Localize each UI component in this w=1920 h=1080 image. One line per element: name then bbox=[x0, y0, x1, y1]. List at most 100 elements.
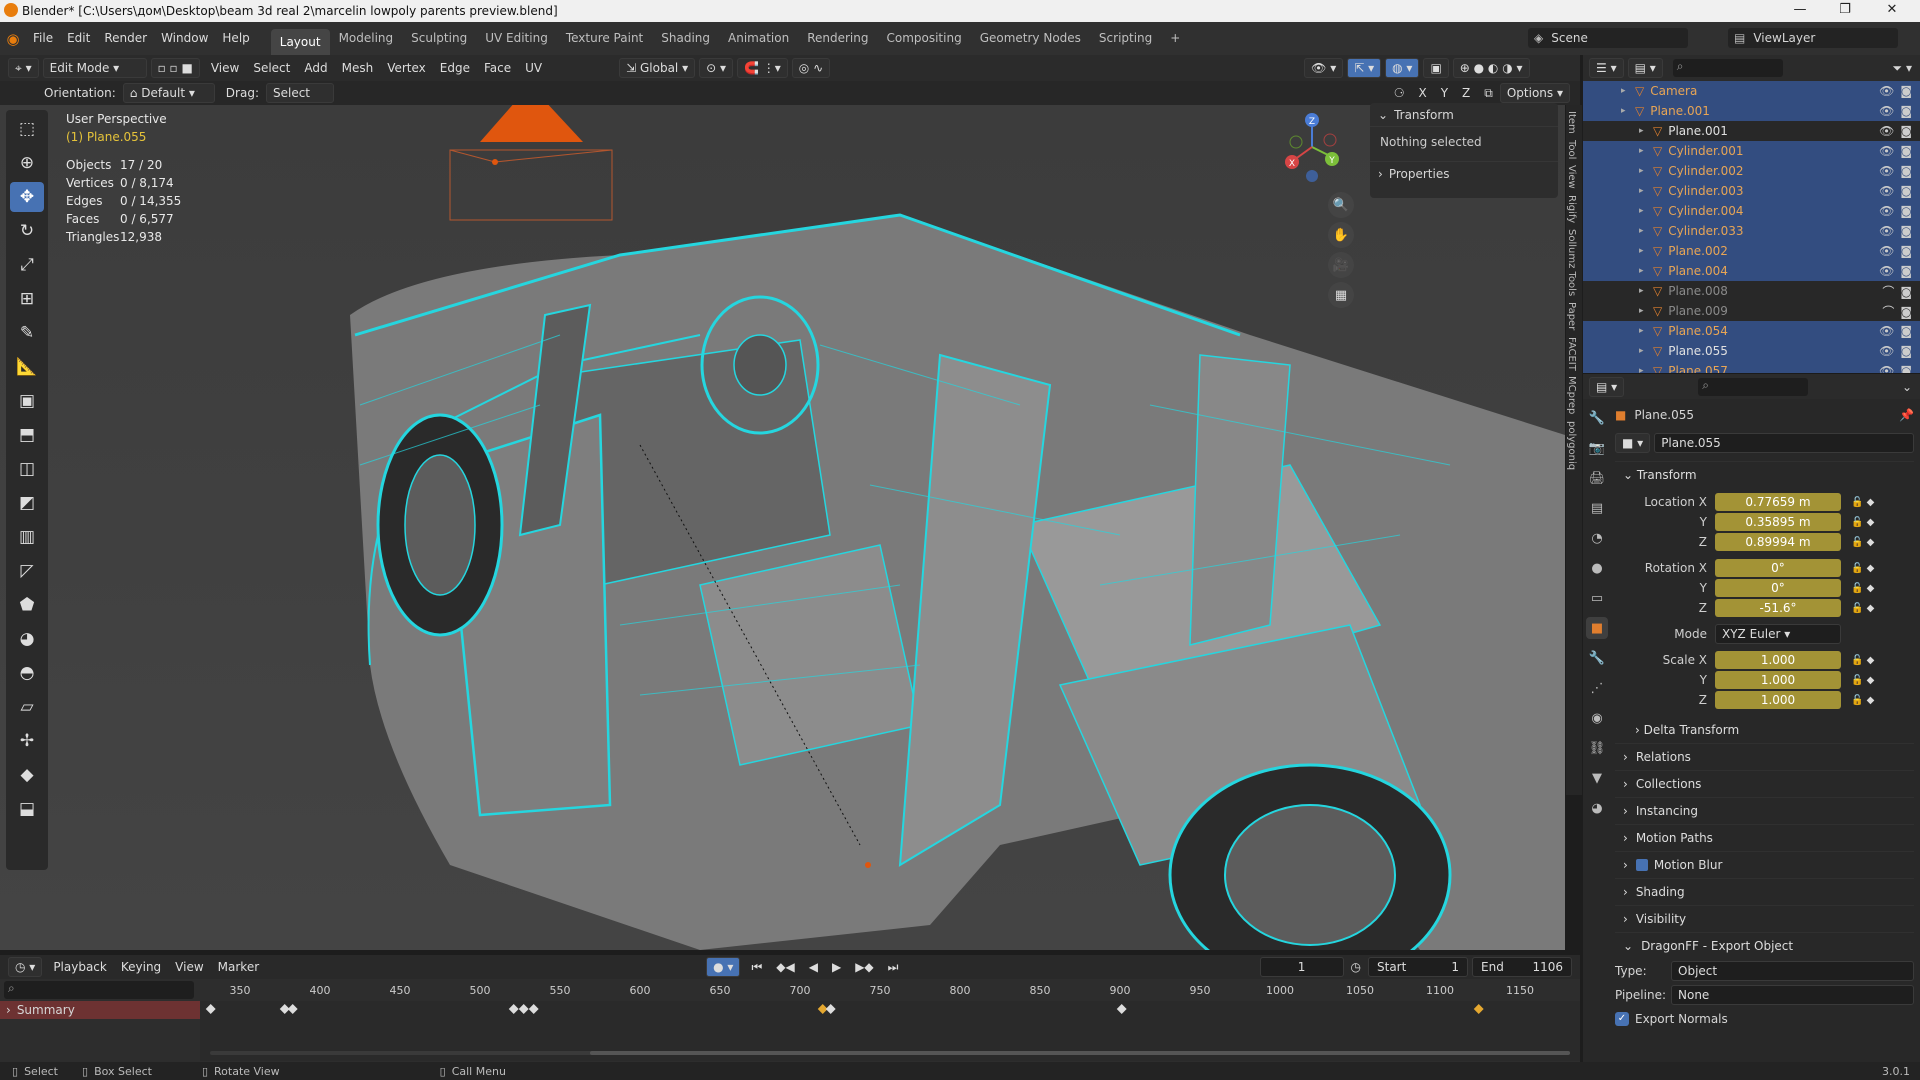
tab-sculpting[interactable]: Sculpting bbox=[402, 22, 476, 55]
tab-texture-paint[interactable]: Texture Paint bbox=[557, 22, 652, 55]
play-reverse-icon[interactable]: ◀ bbox=[809, 960, 818, 974]
properties-editor-type[interactable]: ▤ ▾ bbox=[1589, 376, 1625, 397]
outliner-item-name[interactable]: Camera bbox=[1650, 84, 1697, 98]
section-motion-paths[interactable]: › Motion Paths bbox=[1615, 824, 1914, 851]
blender-menu-icon[interactable]: ◉ bbox=[0, 30, 26, 48]
sidebar-tab-view[interactable]: View bbox=[1566, 165, 1577, 189]
location-y-field[interactable]: 0.35895 m bbox=[1715, 513, 1841, 531]
scale-x-field[interactable]: 1.000 bbox=[1715, 651, 1841, 669]
view-layer-selector[interactable]: ▤ ViewLayer bbox=[1728, 28, 1898, 48]
camera-render-icon[interactable]: ◙ bbox=[1900, 164, 1912, 178]
overlay-toggle-button[interactable]: ◍ ▾ bbox=[1385, 58, 1420, 78]
lock-icon[interactable]: 🔓 ◆ bbox=[1851, 563, 1874, 574]
annotate-icon[interactable]: ✎ bbox=[10, 318, 44, 348]
camera-render-icon[interactable]: ◙ bbox=[1900, 104, 1912, 118]
eye-icon[interactable]: ⌒ bbox=[1882, 305, 1894, 319]
pin-icon[interactable]: 📌 bbox=[1899, 408, 1914, 422]
outliner-row[interactable]: ▸ ▽ Cylinder.003 👁 ◙ bbox=[1583, 181, 1920, 201]
camera-render-icon[interactable]: ◙ bbox=[1900, 224, 1912, 238]
sidebar-tab-sollumz-tools[interactable]: Sollumz Tools bbox=[1566, 229, 1577, 296]
location-z-field[interactable]: 0.89994 m bbox=[1715, 533, 1841, 551]
expand-arrow-icon[interactable]: ▸ bbox=[1639, 126, 1653, 136]
tab-rendering[interactable]: Rendering bbox=[798, 22, 877, 55]
tab-layout[interactable]: Layout bbox=[270, 29, 330, 55]
shading-buttons[interactable]: ⊕ ● ◐ ◑ ▾ bbox=[1452, 58, 1530, 78]
zoom-icon[interactable]: 🔍 bbox=[1328, 192, 1354, 218]
xray-toggle-button[interactable]: ▣ bbox=[1423, 58, 1449, 78]
data-tab-icon[interactable]: ▼ bbox=[1586, 767, 1608, 789]
section-instancing[interactable]: › Instancing bbox=[1615, 797, 1914, 824]
section-relations[interactable]: › Relations bbox=[1615, 743, 1914, 770]
prev-keyframe-icon[interactable]: ◆◀ bbox=[776, 960, 794, 974]
properties-search-input[interactable]: ⌕ bbox=[1698, 377, 1809, 396]
header-menu-select[interactable]: Select bbox=[253, 61, 290, 75]
timeline-menu-view[interactable]: View bbox=[175, 960, 203, 974]
outliner-item-name[interactable]: Cylinder.033 bbox=[1668, 224, 1743, 238]
drag-dropdown[interactable]: Select Box bbox=[265, 83, 334, 118]
eye-icon[interactable]: 👁 bbox=[1879, 344, 1894, 358]
header-menu-edge[interactable]: Edge bbox=[440, 61, 470, 75]
outliner-item-name[interactable]: Plane.054 bbox=[1668, 324, 1728, 338]
lock-icon[interactable]: 🔓 ◆ bbox=[1851, 655, 1874, 666]
outliner-row[interactable]: ▸ ▽ Plane.054 👁 ◙ bbox=[1583, 321, 1920, 341]
location-x-field[interactable]: 0.77659 m bbox=[1715, 493, 1841, 511]
poly-build-icon[interactable]: ⬟ bbox=[10, 590, 44, 620]
camera-render-icon[interactable]: ◙ bbox=[1900, 285, 1912, 299]
export-normals-checkbox[interactable]: ✓ bbox=[1615, 1012, 1629, 1026]
outliner-item-name[interactable]: Plane.008 bbox=[1668, 284, 1728, 298]
header-menu-uv[interactable]: UV bbox=[525, 61, 542, 75]
expand-arrow-icon[interactable]: ▸ bbox=[1639, 186, 1653, 196]
section-dragonff-export-object[interactable]: ⌄ DragonFF - Export Object bbox=[1615, 932, 1914, 959]
timeline-menu-marker[interactable]: Marker bbox=[218, 960, 259, 974]
world-tab-icon[interactable]: ● bbox=[1586, 557, 1608, 579]
eye-icon[interactable]: 👁 bbox=[1879, 324, 1894, 338]
eye-icon[interactable]: ⌒ bbox=[1882, 285, 1894, 299]
expand-arrow-icon[interactable]: ▸ bbox=[1639, 286, 1653, 296]
lock-icon[interactable]: 🔓 ◆ bbox=[1851, 603, 1874, 614]
object-name-field[interactable]: Plane.055 bbox=[1654, 433, 1914, 453]
menu-render[interactable]: Render bbox=[97, 22, 154, 55]
header-menu-add[interactable]: Add bbox=[304, 61, 327, 75]
lock-icon[interactable]: 🔓 ◆ bbox=[1851, 497, 1874, 508]
editor-type-button[interactable]: ⌖ ▾ bbox=[8, 58, 39, 78]
expand-arrow-icon[interactable]: ▸ bbox=[1639, 146, 1653, 156]
tab-animation[interactable]: Animation bbox=[719, 22, 798, 55]
lock-icon[interactable]: 🔓 ◆ bbox=[1851, 675, 1874, 686]
rotation-x-field[interactable]: 0° bbox=[1715, 559, 1841, 577]
sidebar-tab-rigify[interactable]: Rigify bbox=[1566, 195, 1577, 223]
eye-icon[interactable]: 👁 bbox=[1879, 84, 1894, 98]
tab-geometry-nodes[interactable]: Geometry Nodes bbox=[971, 22, 1090, 55]
orientation-dropdown[interactable]: ⌂ Default ▾ bbox=[122, 83, 215, 103]
mirror-icon[interactable]: ⚆ bbox=[1394, 86, 1405, 100]
eye-icon[interactable]: 👁 bbox=[1879, 184, 1894, 198]
spin-icon[interactable]: ◕ bbox=[10, 624, 44, 654]
expand-arrow-icon[interactable]: ▸ bbox=[1639, 206, 1653, 216]
clock-icon[interactable]: ◷ bbox=[1351, 960, 1361, 974]
sidebar-tab-item[interactable]: Item bbox=[1566, 111, 1577, 134]
header-menu-vertex[interactable]: Vertex bbox=[387, 61, 426, 75]
type-dropdown[interactable]: Object bbox=[1671, 961, 1914, 981]
add-cube-icon[interactable]: ▣ bbox=[10, 386, 44, 416]
select-box-icon[interactable]: ⬚ bbox=[10, 114, 44, 144]
current-frame-field[interactable]: 1 bbox=[1259, 957, 1344, 977]
timeline-menu-keying[interactable]: Keying bbox=[121, 960, 161, 974]
mode-selector[interactable]: Edit Mode ▾ bbox=[42, 58, 147, 78]
physics-tab-icon[interactable]: ◉ bbox=[1586, 707, 1608, 729]
scale-z-field[interactable]: 1.000 bbox=[1715, 691, 1841, 709]
play-icon[interactable]: ▶ bbox=[832, 960, 841, 974]
rotation-mode-dropdown[interactable]: XYZ Euler ▾ bbox=[1715, 624, 1841, 644]
lock-icon[interactable]: 🔓 ◆ bbox=[1851, 537, 1874, 548]
outliner-editor-type[interactable]: ☰ ▾ bbox=[1589, 58, 1624, 78]
loop-cut-icon[interactable]: ▥ bbox=[10, 522, 44, 552]
view-layer-tab-icon[interactable]: ▤ bbox=[1586, 497, 1608, 519]
outliner-row[interactable]: ▸ ▽ Cylinder.001 👁 ◙ bbox=[1583, 141, 1920, 161]
outliner-item-name[interactable]: Plane.055 bbox=[1668, 344, 1728, 358]
eye-icon[interactable]: 👁 bbox=[1879, 164, 1894, 178]
frame-ruler[interactable]: 350 400 450 500 550 600 650 700 750 800 850 900 950 1… bbox=[200, 981, 1580, 999]
navigation-gizmo[interactable]: Z Y X bbox=[1282, 112, 1342, 182]
maximize-icon[interactable]: ❐ bbox=[1825, 2, 1865, 17]
tab-compositing[interactable]: Compositing bbox=[877, 22, 970, 55]
expand-arrow-icon[interactable]: ▸ bbox=[1621, 106, 1635, 116]
rotate-icon[interactable]: ↻ bbox=[10, 216, 44, 246]
outliner-row[interactable]: ▸ ▽ Camera 👁 ◙ bbox=[1583, 81, 1920, 101]
